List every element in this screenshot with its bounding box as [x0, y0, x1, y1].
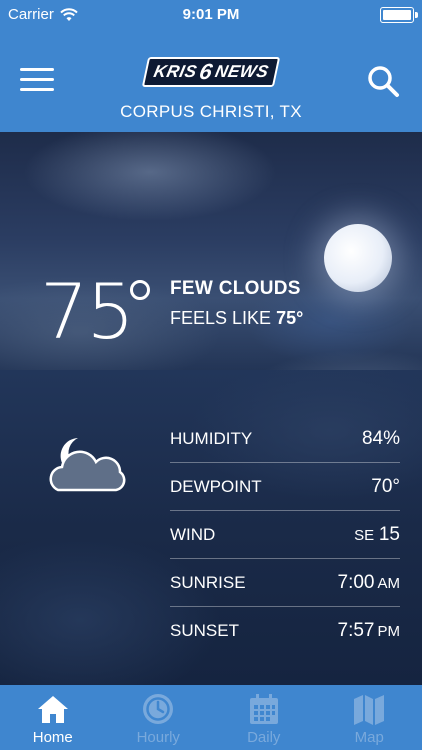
logo-text-right: NEWS: [213, 62, 271, 81]
sunrise-value: 7:00: [337, 571, 375, 593]
dewpoint-value: 70°: [371, 475, 400, 497]
dewpoint-label: DEWPOINT: [170, 476, 262, 496]
wind-speed: 15: [378, 523, 400, 545]
search-icon[interactable]: [366, 64, 400, 98]
tab-daily-label: Daily: [247, 729, 281, 746]
sunrise-value-group: 7:00 AM: [338, 572, 400, 594]
map-icon: [354, 695, 385, 725]
humidity-label: HUMIDITY: [170, 428, 253, 448]
sunset-row: SUNSET 7:57 PM: [170, 607, 400, 655]
sunset-ampm: PM: [377, 623, 401, 640]
calendar-icon: [249, 694, 278, 724]
humidity-value: 84%: [361, 427, 400, 449]
sunset-value: 7:57: [337, 620, 375, 641]
dewpoint-row: DEWPOINT 70°: [170, 463, 400, 511]
tab-hourly-label: Hourly: [136, 729, 180, 746]
feels-like-label: FEELS LIKE: [170, 308, 272, 328]
details-panel: HUMIDITY 84% DEWPOINT 70° WIND SE 15 SUN…: [0, 370, 422, 685]
kris-news-logo: KRIS 6 NEWS: [141, 57, 281, 87]
current-conditions-hero: 75 FEW CLOUDS FEELS LIKE 75°: [0, 132, 422, 370]
sunset-label: SUNSET: [170, 621, 239, 640]
sunrise-ampm: AM: [377, 574, 401, 592]
tab-home[interactable]: Home: [0, 685, 106, 750]
battery-icon: [380, 7, 418, 23]
sunrise-label: SUNRISE: [170, 572, 246, 592]
wind-direction: SE: [354, 526, 375, 544]
hamburger-menu-icon[interactable]: [20, 68, 54, 94]
wind-value-group: SE 15: [351, 524, 400, 546]
logo-text-left: KRIS: [151, 62, 199, 81]
logo-number: 6: [196, 59, 215, 84]
condition-text: FEW CLOUDS: [170, 278, 301, 299]
home-icon: [37, 696, 68, 723]
moon-image: [324, 224, 392, 292]
tab-home-label: Home: [32, 729, 73, 746]
tab-daily[interactable]: Daily: [211, 685, 317, 750]
tab-map-label: Map: [354, 729, 384, 746]
current-temperature: 75: [40, 267, 135, 356]
moon-cloud-icon: [49, 438, 126, 492]
location-title[interactable]: CORPUS CHRISTI, TX: [0, 102, 422, 122]
status-bar: Carrier 9:01 PM: [0, 0, 422, 30]
tab-map[interactable]: Map: [317, 685, 422, 750]
wind-row: WIND SE 15: [170, 511, 400, 559]
status-time: 9:01 PM: [182, 6, 240, 23]
wind-label: WIND: [170, 524, 216, 544]
tab-bar: Home Hourly Daily Map: [0, 685, 422, 750]
app-header: KRIS 6 NEWS CORPUS CHRISTI, TX: [0, 30, 422, 132]
degree-symbol: [130, 280, 150, 300]
humidity-row: HUMIDITY 84%: [170, 415, 400, 463]
feels-like: FEELS LIKE 75°: [170, 308, 303, 329]
clock-icon: [143, 694, 174, 724]
feels-like-value: 75°: [276, 308, 304, 328]
tab-hourly[interactable]: Hourly: [106, 685, 212, 750]
sunset-value-group: 7:57 PM: [338, 620, 400, 642]
sunrise-row: SUNRISE 7:00 AM: [170, 559, 400, 607]
